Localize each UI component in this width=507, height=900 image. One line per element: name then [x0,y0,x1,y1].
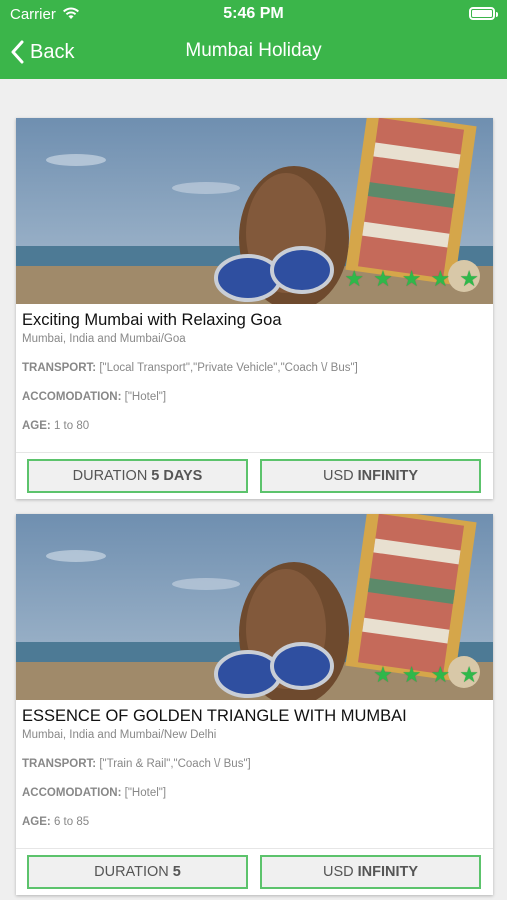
status-time: 5:46 PM [223,5,284,22]
package-card[interactable]: ★ ★ ★ ★ ★ Exciting Mumbai with Relaxing Goa … [16,118,493,499]
star-icon: ★ [430,662,451,687]
age-value: 1 to 80 [53,420,90,432]
package-location: Mumbai, India and Mumbai/New Delhi [22,729,217,741]
star-icon: ★ [459,266,479,291]
package-card[interactable]: ★ ★ ★ ★ ESSENCE OF GOLDEN TRIANGLE WITH MUM… [16,514,493,895]
transport-key: TRANSPORT: [22,362,97,374]
duration-value: 5 DAYS [151,468,203,484]
package-title: ESSENCE OF GOLDEN TRIANGLE WITH MUMBAI [22,707,407,725]
package-location: Mumbai, India and Mumbai/Goa [22,333,186,345]
price-currency: USD [322,864,354,880]
star-icon: ★ [401,662,422,687]
duration-button[interactable]: DURATION 5 [27,855,248,889]
duration-label: DURATION [94,864,169,880]
age-row: AGE: 1 to 80 [22,419,487,433]
star-icon: ★ [373,662,393,687]
star-icon: ★ [430,266,451,291]
star-icon: ★ [373,266,393,291]
rating-stars: ★ ★ ★ ★ ★ [344,268,479,290]
duration-label: DURATION [72,468,148,484]
price-button[interactable]: USD INFINITY [260,459,481,493]
transport-value: ["Local Transport","Private Vehicle","Co… [99,362,358,374]
accommodation-value: ["Hotel"] [124,391,167,403]
price-value: INFINITY [357,864,419,880]
age-row: AGE: 6 to 85 [22,815,487,829]
battery-icon [469,7,498,20]
card-body: ESSENCE OF GOLDEN TRIANGLE WITH MUMBAI M… [16,700,493,829]
accommodation-row: ACCOMODATION: ["Hotel"] [22,786,487,800]
star-icon: ★ [401,266,422,291]
transport-value: ["Train & Rail","Coach \/ Bus"] [99,758,251,770]
age-key: AGE: [22,816,51,828]
age-value: 6 to 85 [53,816,90,828]
rating-stars: ★ ★ ★ ★ [373,664,479,686]
package-title: Exciting Mumbai with Relaxing Goa [22,311,282,329]
accommodation-key: ACCOMODATION: [22,391,122,403]
transport-row: TRANSPORT: ["Local Transport","Private V… [22,361,487,375]
accommodation-row: ACCOMODATION: ["Hotel"] [22,390,487,404]
duration-value: 5 [172,864,181,880]
accommodation-value: ["Hotel"] [124,787,167,799]
card-actions: DURATION 5 USD INFINITY [16,848,493,895]
age-key: AGE: [22,420,51,432]
app-header: Carrier 5:46 PM Back Mumbai Holiday [0,0,507,79]
status-bar: Carrier 5:46 PM [0,0,507,30]
star-icon: ★ [344,266,365,291]
price-value: INFINITY [357,468,419,484]
price-button[interactable]: USD INFINITY [260,855,481,889]
transport-key: TRANSPORT: [22,758,97,770]
package-image: ★ ★ ★ ★ ★ [16,118,493,304]
card-actions: DURATION 5 DAYS USD INFINITY [16,452,493,499]
accommodation-key: ACCOMODATION: [22,787,122,799]
transport-row: TRANSPORT: ["Train & Rail","Coach \/ Bus… [22,757,487,771]
page-title: Mumbai Holiday [185,40,322,61]
star-icon: ★ [459,662,479,687]
card-body: Exciting Mumbai with Relaxing Goa Mumbai… [16,304,493,433]
package-image: ★ ★ ★ ★ [16,514,493,700]
duration-button[interactable]: DURATION 5 DAYS [27,459,248,493]
price-currency: USD [322,468,354,484]
